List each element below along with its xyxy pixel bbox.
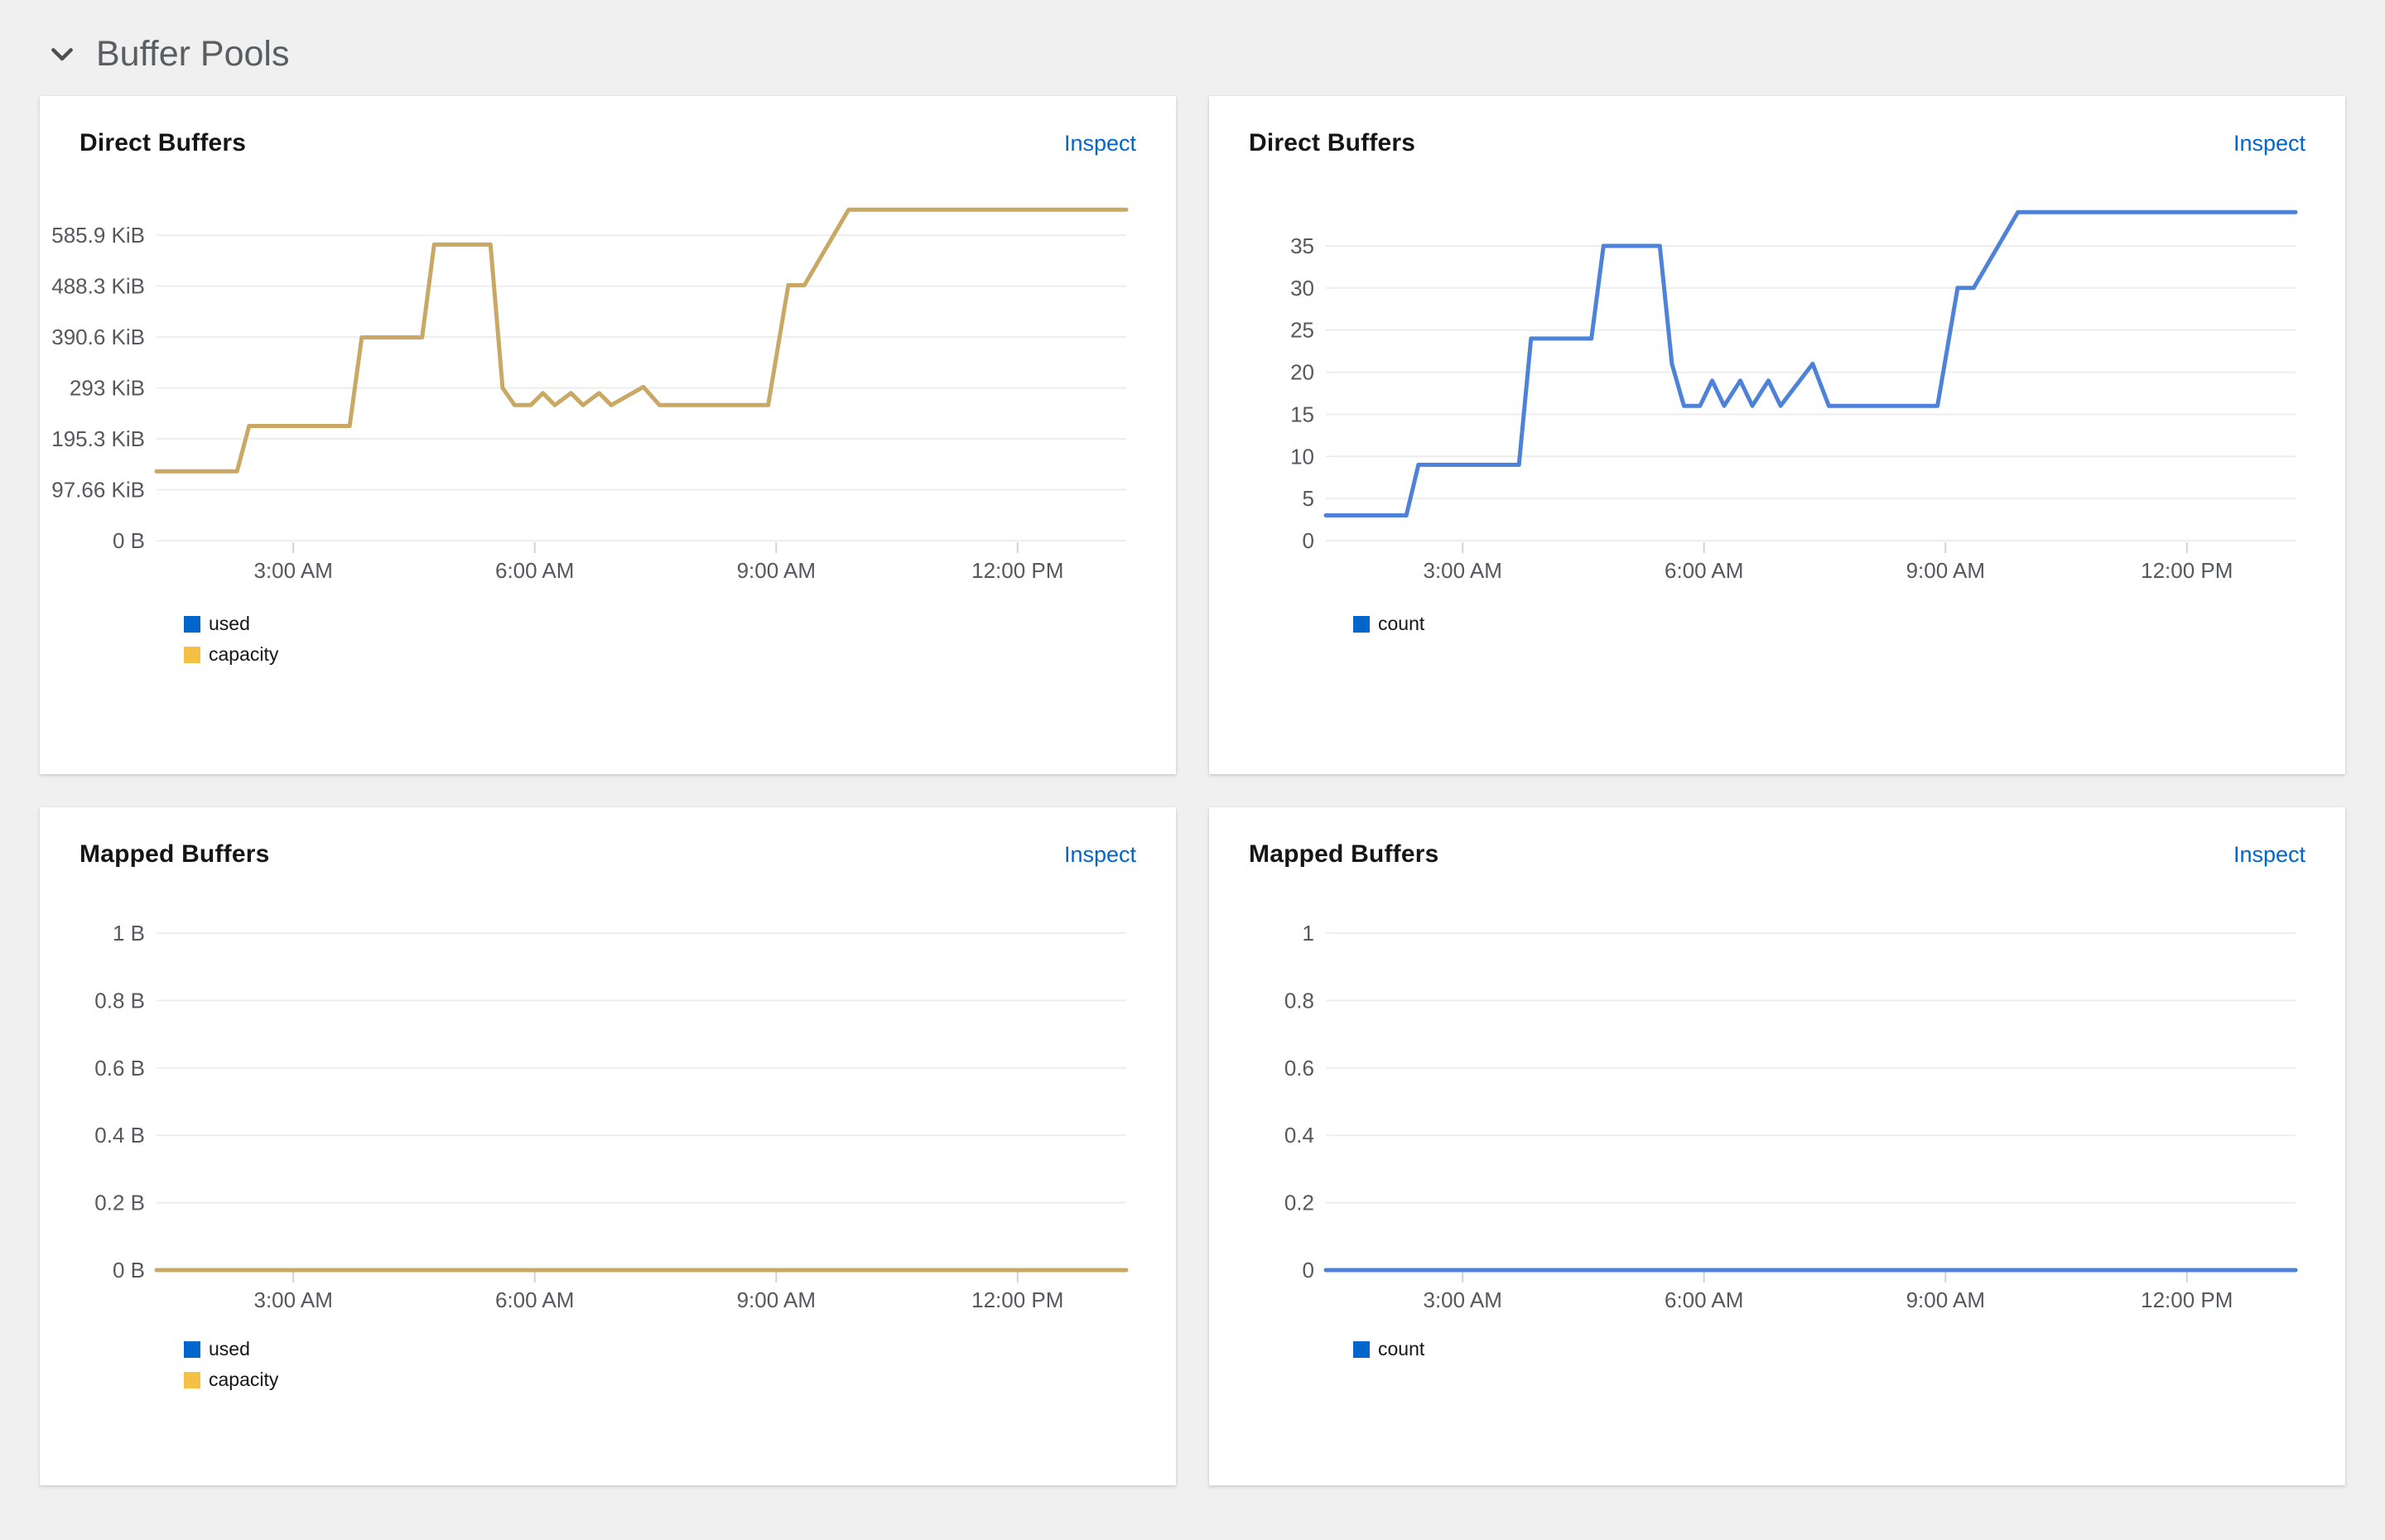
inspect-link[interactable]: Inspect bbox=[2233, 131, 2306, 156]
x-tick-label: 3:00 AM bbox=[1423, 558, 1501, 583]
y-tick-label: 30 bbox=[1290, 276, 1314, 301]
x-tick-label: 3:00 AM bbox=[253, 1287, 332, 1312]
x-tick-label: 3:00 AM bbox=[253, 558, 332, 583]
chart-legend: used capacity bbox=[184, 613, 1176, 666]
y-tick-label: 0 bbox=[1303, 1258, 1314, 1283]
chevron-down-icon bbox=[48, 41, 76, 69]
legend-label: capacity bbox=[209, 643, 278, 666]
y-tick-label: 5 bbox=[1303, 486, 1314, 511]
charts-grid: Direct Buffers Inspect 585.9 KiB 488.3 KiB 3… bbox=[40, 96, 2345, 1485]
x-tick-label: 6:00 AM bbox=[495, 1287, 574, 1312]
card-header: Direct Buffers Inspect bbox=[40, 96, 1176, 157]
chart-title: Mapped Buffers bbox=[80, 840, 270, 869]
x-tick-label: 6:00 AM bbox=[1665, 1287, 1743, 1312]
legend-swatch-icon bbox=[184, 1372, 200, 1388]
y-tick-label: 0 bbox=[1303, 528, 1314, 553]
x-tick-label: 9:00 AM bbox=[1906, 558, 1985, 583]
x-tick-label: 12:00 PM bbox=[2141, 1287, 2233, 1312]
y-tick-label: 1 B bbox=[113, 921, 145, 946]
legend-swatch-icon bbox=[184, 1341, 200, 1358]
legend-item-capacity: capacity bbox=[184, 643, 1176, 666]
y-tick-label: 0 B bbox=[113, 528, 145, 553]
chart-card-mapped-buffers-2: Mapped Buffers Inspect 1 B 0.8 B 0.6 B 0.4 B 0… bbox=[40, 807, 1176, 1485]
legend-label: used bbox=[209, 1338, 250, 1360]
x-tick-label: 9:00 AM bbox=[737, 1287, 816, 1312]
legend-item-used: used bbox=[184, 1338, 1176, 1360]
inspect-link[interactable]: Inspect bbox=[2233, 842, 2306, 868]
legend-item-count: count bbox=[1353, 1338, 2345, 1360]
chart-card-mapped-buffers-3: Mapped Buffers Inspect 1 0.8 0.6 0.4 0.2 0 3:00 … bbox=[1209, 807, 2345, 1485]
legend-swatch-icon bbox=[1353, 1341, 1370, 1358]
legend-item-used: used bbox=[184, 613, 1176, 635]
x-tick-label: 12:00 PM bbox=[2141, 558, 2233, 583]
direct-buffers-chart-1[interactable]: 35 30 25 20 15 10 5 0 3:00 AM 6:00 AM 9:00 AM 12:00… bbox=[1209, 189, 2345, 593]
y-tick-label: 0.6 B bbox=[94, 1056, 145, 1080]
legend-item-capacity: capacity bbox=[184, 1369, 1176, 1391]
y-tick-label: 585.9 KiB bbox=[51, 223, 145, 248]
y-tick-label: 97.66 KiB bbox=[51, 478, 145, 503]
y-tick-label: 0.4 bbox=[1284, 1123, 1314, 1148]
y-tick-label: 35 bbox=[1290, 233, 1314, 258]
chart-card-direct-buffers-0: Direct Buffers Inspect 585.9 KiB 488.3 KiB 3… bbox=[40, 96, 1176, 774]
x-tick-label: 6:00 AM bbox=[495, 558, 574, 583]
x-tick-label: 3:00 AM bbox=[1423, 1287, 1501, 1312]
mapped-buffers-chart-2[interactable]: 1 B 0.8 B 0.6 B 0.4 B 0.2 B 0 B 3:00 AM 6:00 AM… bbox=[40, 900, 1176, 1318]
inspect-link[interactable]: Inspect bbox=[1064, 131, 1136, 156]
chart-title: Direct Buffers bbox=[1249, 129, 1415, 157]
card-header: Direct Buffers Inspect bbox=[1209, 96, 2345, 157]
x-tick-label: 12:00 PM bbox=[971, 558, 1063, 583]
chart-title: Direct Buffers bbox=[80, 129, 246, 157]
legend-swatch-icon bbox=[184, 647, 200, 663]
x-tick-label: 6:00 AM bbox=[1665, 558, 1743, 583]
y-tick-label: 0.2 B bbox=[94, 1191, 145, 1215]
y-tick-label: 195.3 KiB bbox=[51, 426, 145, 451]
legend-label: count bbox=[1378, 613, 1424, 635]
legend-swatch-icon bbox=[1353, 616, 1370, 633]
count-series-line bbox=[1326, 213, 2296, 516]
y-tick-label: 390.6 KiB bbox=[51, 325, 145, 349]
inspect-link[interactable]: Inspect bbox=[1064, 842, 1136, 868]
y-tick-label: 0.8 bbox=[1284, 989, 1314, 1013]
chart-card-direct-buffers-1: Direct Buffers Inspect 35 30 25 20 15 10 5 0 3:00 … bbox=[1209, 96, 2345, 774]
mapped-buffers-chart-3[interactable]: 1 0.8 0.6 0.4 0.2 0 3:00 AM 6:00 AM 9:00 AM 12:00… bbox=[1209, 900, 2345, 1318]
y-tick-label: 0 B bbox=[113, 1258, 145, 1283]
x-tick-label: 12:00 PM bbox=[971, 1287, 1063, 1312]
legend-label: count bbox=[1378, 1338, 1424, 1360]
x-tick-label: 9:00 AM bbox=[1906, 1287, 1985, 1312]
y-tick-label: 10 bbox=[1290, 445, 1314, 469]
y-tick-label: 20 bbox=[1290, 360, 1314, 385]
y-tick-label: 0.4 B bbox=[94, 1123, 145, 1148]
buffer-pools-section-header[interactable]: Buffer Pools bbox=[0, 0, 2385, 74]
y-tick-label: 293 KiB bbox=[70, 376, 145, 401]
section-title: Buffer Pools bbox=[96, 35, 289, 74]
y-tick-label: 25 bbox=[1290, 318, 1314, 343]
direct-buffers-chart-0[interactable]: 585.9 KiB 488.3 KiB 390.6 KiB 293 KiB 195.3 … bbox=[40, 189, 1176, 593]
card-header: Mapped Buffers Inspect bbox=[1209, 807, 2345, 869]
chart-legend: count bbox=[1353, 613, 2345, 635]
chart-title: Mapped Buffers bbox=[1249, 840, 1439, 869]
chart-legend: count bbox=[1353, 1338, 2345, 1360]
y-tick-label: 488.3 KiB bbox=[51, 274, 145, 299]
y-tick-label: 0.6 bbox=[1284, 1056, 1314, 1080]
y-tick-label: 15 bbox=[1290, 402, 1314, 427]
legend-label: capacity bbox=[209, 1369, 278, 1391]
chart-legend: used capacity bbox=[184, 1338, 1176, 1391]
legend-label: used bbox=[209, 613, 250, 635]
x-tick-label: 9:00 AM bbox=[737, 558, 816, 583]
y-tick-label: 0.8 B bbox=[94, 989, 145, 1013]
y-tick-label: 0.2 bbox=[1284, 1191, 1314, 1215]
capacity-series-line bbox=[157, 209, 1126, 471]
legend-item-count: count bbox=[1353, 613, 2345, 635]
card-header: Mapped Buffers Inspect bbox=[40, 807, 1176, 869]
y-tick-label: 1 bbox=[1303, 921, 1314, 946]
legend-swatch-icon bbox=[184, 616, 200, 633]
